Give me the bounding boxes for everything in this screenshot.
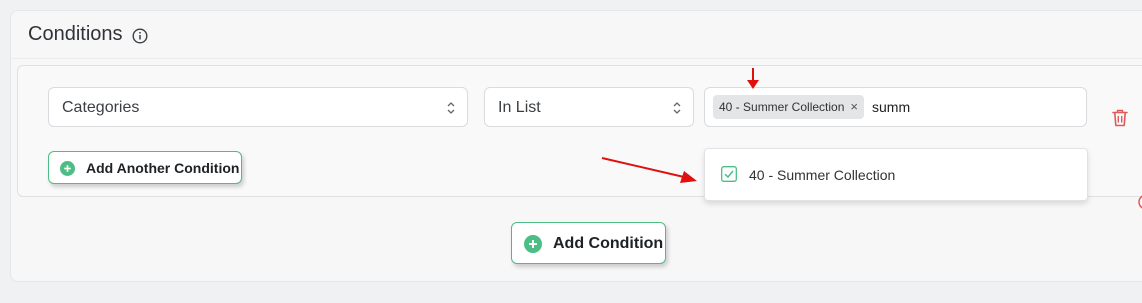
operator-select[interactable]: In List bbox=[484, 87, 694, 127]
annotation-arrow-right-icon bbox=[601, 157, 697, 183]
field-select-value: Categories bbox=[62, 99, 140, 116]
plus-circle-icon bbox=[60, 161, 75, 176]
annotation-arrow-down-icon bbox=[747, 68, 759, 89]
add-another-condition-button[interactable]: Add Another Condition bbox=[48, 151, 242, 184]
options-dropdown: 40 - Summer Collection bbox=[704, 148, 1088, 201]
selected-tag: 40 - Summer Collection × bbox=[713, 95, 864, 119]
button-label: Add Condition bbox=[553, 235, 664, 252]
remove-tag-icon[interactable]: × bbox=[850, 99, 858, 114]
page-title: Conditions bbox=[28, 23, 123, 45]
field-select[interactable]: Categories bbox=[48, 87, 468, 127]
button-label: Add Another Condition bbox=[86, 160, 240, 176]
info-icon[interactable] bbox=[132, 28, 148, 44]
plus-circle-icon bbox=[524, 235, 542, 253]
search-text[interactable]: summ bbox=[872, 99, 910, 115]
dropdown-option[interactable]: 40 - Summer Collection bbox=[749, 167, 895, 183]
values-multiselect[interactable]: 40 - Summer Collection × summ bbox=[704, 87, 1087, 127]
remove-circle-icon[interactable] bbox=[1136, 193, 1142, 211]
panel-header: Conditions bbox=[11, 11, 1142, 59]
chevron-updown-icon bbox=[673, 102, 681, 114]
add-condition-button[interactable]: Add Condition bbox=[511, 222, 666, 264]
operator-select-value: In List bbox=[498, 99, 541, 116]
trash-icon[interactable] bbox=[1111, 108, 1129, 128]
chevron-updown-icon bbox=[447, 102, 455, 114]
checkbox-checked-icon[interactable] bbox=[721, 166, 737, 182]
tag-label: 40 - Summer Collection bbox=[719, 100, 845, 114]
